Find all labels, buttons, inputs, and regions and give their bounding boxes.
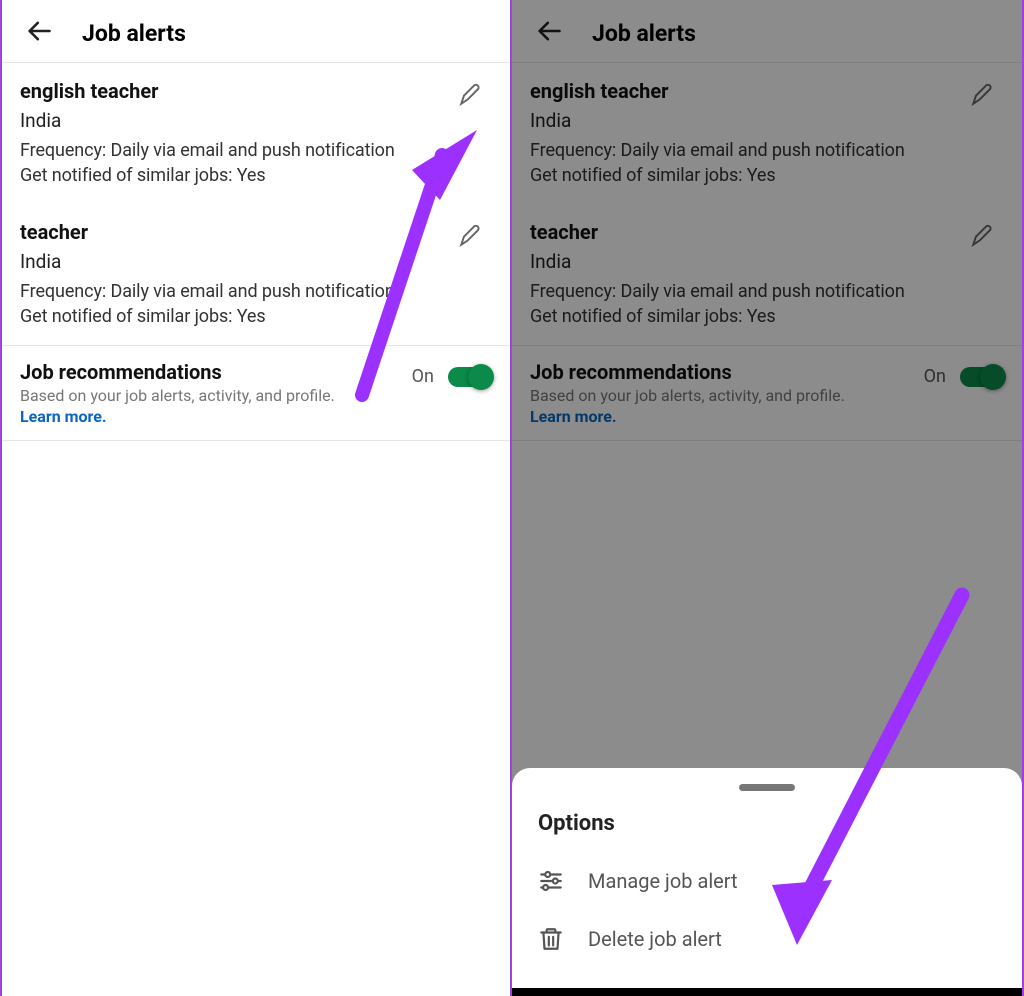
learn-more-link[interactable]: Learn more. (20, 407, 412, 426)
alert-frequency: Frequency: Daily via email and push noti… (530, 140, 1004, 161)
alert-title: english teacher (530, 79, 1004, 103)
learn-more-link[interactable]: Learn more. (530, 407, 924, 426)
alert-similar: Get notified of similar jobs: Yes (530, 306, 1004, 327)
recommendations-title: Job recommendations (530, 360, 924, 384)
recommendations-text: Job recommendations Based on your job al… (20, 360, 412, 426)
alert-similar: Get notified of similar jobs: Yes (530, 165, 1004, 186)
back-arrow-icon (535, 17, 563, 49)
sliders-icon (538, 868, 564, 894)
alert-frequency: Frequency: Daily via email and push noti… (20, 281, 492, 302)
sheet-title: Options (512, 811, 1022, 852)
alert-frequency: Frequency: Daily via email and push noti… (530, 281, 1004, 302)
sheet-drag-handle[interactable] (739, 784, 795, 791)
alert-title: teacher (530, 220, 1004, 244)
alert-location: India (530, 109, 1004, 132)
screen-job-alerts-options: Job alerts english teacher India Frequen… (512, 0, 1024, 996)
alert-title: teacher (20, 220, 492, 244)
alert-item[interactable]: teacher India Frequency: Daily via email… (2, 204, 510, 345)
recommendations-section: Job recommendations Based on your job al… (512, 345, 1022, 441)
delete-job-alert-option[interactable]: Delete job alert (512, 910, 1022, 968)
manage-job-alert-option[interactable]: Manage job alert (512, 852, 1022, 910)
pencil-icon (970, 92, 996, 111)
recommendations-toggle[interactable] (960, 367, 1004, 387)
options-bottom-sheet: Options Manage job alert (512, 768, 1022, 988)
edit-alert-button[interactable] (458, 81, 488, 111)
nav-bar (512, 988, 1022, 996)
alert-item[interactable]: teacher India Frequency: Daily via email… (512, 204, 1022, 345)
alert-similar: Get notified of similar jobs: Yes (20, 165, 492, 186)
alert-location: India (20, 109, 492, 132)
screen-job-alerts: Job alerts english teacher India Frequen… (0, 0, 512, 996)
alert-item[interactable]: english teacher India Frequency: Daily v… (512, 63, 1022, 204)
toggle-knob (980, 364, 1006, 390)
app-header: Job alerts (2, 0, 510, 63)
toggle-state-label: On (412, 366, 434, 387)
app-header: Job alerts (512, 0, 1022, 63)
sheet-item-label: Delete job alert (588, 927, 722, 951)
toggle-state-label: On (924, 366, 946, 387)
toggle-knob (468, 364, 494, 390)
alert-frequency: Frequency: Daily via email and push noti… (20, 140, 492, 161)
recommendations-title: Job recommendations (20, 360, 412, 384)
alert-title: english teacher (20, 79, 492, 103)
trash-icon (538, 926, 564, 952)
pencil-icon (458, 92, 484, 111)
pencil-icon (970, 233, 996, 252)
alert-location: India (20, 250, 492, 273)
alert-location: India (530, 250, 1004, 273)
recommendations-subtitle: Based on your job alerts, activity, and … (530, 386, 924, 405)
recommendations-text: Job recommendations Based on your job al… (530, 360, 924, 426)
pencil-icon (458, 233, 484, 252)
alerts-list: english teacher India Frequency: Daily v… (512, 63, 1022, 345)
page-title: Job alerts (592, 20, 696, 47)
back-button[interactable] (24, 18, 54, 48)
recommendations-section: Job recommendations Based on your job al… (2, 345, 510, 441)
back-button[interactable] (534, 18, 564, 48)
edit-alert-button[interactable] (970, 81, 1000, 111)
recommendations-subtitle: Based on your job alerts, activity, and … (20, 386, 412, 405)
alerts-list: english teacher India Frequency: Daily v… (2, 63, 510, 345)
recommendations-toggle-group: On (412, 360, 492, 387)
back-arrow-icon (25, 17, 53, 49)
alert-similar: Get notified of similar jobs: Yes (20, 306, 492, 327)
sheet-item-label: Manage job alert (588, 869, 738, 893)
edit-alert-button[interactable] (970, 222, 1000, 252)
alert-item[interactable]: english teacher India Frequency: Daily v… (2, 63, 510, 204)
recommendations-toggle[interactable] (448, 367, 492, 387)
edit-alert-button[interactable] (458, 222, 488, 252)
recommendations-toggle-group: On (924, 360, 1004, 387)
page-title: Job alerts (82, 20, 186, 47)
